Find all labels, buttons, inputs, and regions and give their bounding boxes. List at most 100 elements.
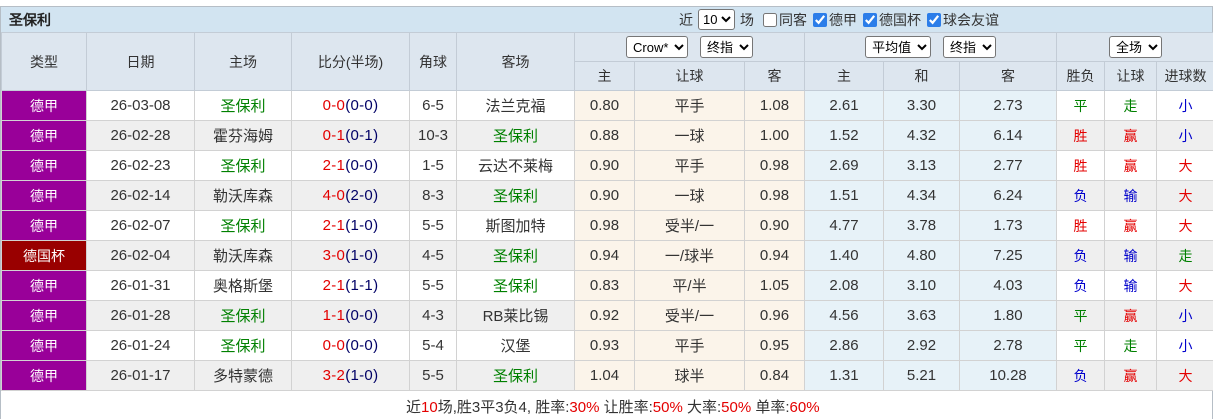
euro-home-odds: 2.86: [804, 330, 884, 361]
euro-home-odds: 1.40: [804, 240, 884, 271]
match-date: 26-02-23: [86, 150, 195, 181]
odds-company-select[interactable]: Crow*: [626, 36, 689, 58]
match-rows: 德甲 26-03-08 圣保利 0-0(0-0) 6-5 法兰克福 0.80 平手 1.08 2.…: [1, 90, 1213, 391]
unit-label: 场: [740, 11, 754, 28]
result-goals: 小: [1156, 120, 1213, 151]
away-team[interactable]: 斯图加特: [456, 210, 575, 241]
table-row: 德甲 26-02-23 圣保利 2-1(0-0) 1-5 云达不莱梅 0.90 平手 0.98 2…: [1, 150, 1213, 181]
asian-home-odds: 0.83: [574, 270, 635, 301]
away-team[interactable]: 圣保利: [456, 120, 575, 151]
asian-odds-picker-cell: Crow* 终指: [574, 32, 805, 62]
result-goals: 大: [1156, 360, 1213, 391]
result-goals: 大: [1156, 210, 1213, 241]
filter-checkbox[interactable]: [863, 12, 877, 27]
home-team[interactable]: 勒沃库森: [194, 240, 292, 271]
halftime-score: (0-1): [345, 127, 379, 144]
home-team[interactable]: 多特蒙德: [194, 360, 292, 391]
summary-text: 场,胜3平3负4, 胜率:: [437, 399, 570, 416]
euro-draw-odds: 5.21: [883, 360, 960, 391]
home-team[interactable]: 圣保利: [194, 90, 292, 121]
asian-away-odds: 0.94: [744, 240, 805, 271]
filter-德甲[interactable]: 德甲: [813, 10, 857, 30]
filter-checkbox[interactable]: [813, 12, 827, 27]
league-badge: 德甲: [1, 360, 87, 391]
euro-mode-select[interactable]: 平均值: [865, 36, 932, 58]
fulltime-score: 1-1: [322, 307, 346, 324]
home-team[interactable]: 奥格斯堡: [194, 270, 292, 301]
league-badge: 德甲: [1, 330, 87, 361]
home-team[interactable]: 圣保利: [194, 210, 292, 241]
euro-home-odds: 2.61: [804, 90, 884, 121]
asian-home-odds: 0.90: [574, 180, 635, 211]
away-team[interactable]: 云达不莱梅: [456, 150, 575, 181]
col-header-asian-home: 主: [574, 61, 635, 91]
match-date: 26-03-08: [86, 90, 195, 121]
euro-draw-odds: 2.92: [883, 330, 960, 361]
summary-text: 近: [406, 399, 422, 416]
recent-count-select[interactable]: 10: [698, 9, 735, 30]
matches-table: 类型 日期 主场 比分(半场) 角球 客场 Crow* 终指 平均值 终指 全场…: [1, 32, 1213, 391]
col-header-asian-line: 让球: [634, 61, 745, 91]
corner-score: 10-3: [409, 120, 457, 151]
euro-draw-odds: 3.13: [883, 150, 960, 181]
corner-score: 6-5: [409, 90, 457, 121]
fulltime-score: 3-2: [322, 367, 346, 384]
corner-score: 5-5: [409, 210, 457, 241]
page-title: 圣保利: [9, 11, 51, 28]
asian-home-odds: 0.98: [574, 210, 635, 241]
summary-stat-value: 30%: [569, 399, 600, 416]
away-team[interactable]: 法兰克福: [456, 90, 575, 121]
score-cell: 3-0(1-0): [291, 240, 410, 271]
corner-score: 4-5: [409, 240, 457, 271]
away-team[interactable]: 圣保利: [456, 360, 575, 391]
result-goals: 走: [1156, 240, 1213, 271]
filter-同客[interactable]: 同客: [763, 10, 807, 30]
result-wdl: 胜: [1056, 120, 1106, 151]
result-handicap: 输: [1104, 180, 1158, 211]
asian-away-odds: 0.90: [744, 210, 805, 241]
euro-home-odds: 2.69: [804, 150, 884, 181]
titlebar: 圣保利 近 10 场 同客 德甲 德国杯 球会友谊: [1, 7, 1212, 32]
euro-away-odds: 7.25: [958, 240, 1058, 271]
league-badge: 德甲: [1, 300, 87, 331]
euro-draw-odds: 3.10: [883, 270, 960, 301]
away-team[interactable]: RB莱比锡: [456, 300, 575, 331]
asian-home-odds: 0.93: [574, 330, 635, 361]
home-team[interactable]: 圣保利: [194, 150, 292, 181]
away-team[interactable]: 汉堡: [456, 330, 575, 361]
score-cell: 0-0(0-0): [291, 330, 410, 361]
league-badge: 德甲: [1, 270, 87, 301]
filter-德国杯[interactable]: 德国杯: [863, 10, 921, 30]
filter-checkbox[interactable]: [927, 12, 941, 27]
home-team[interactable]: 圣保利: [194, 300, 292, 331]
home-team[interactable]: 圣保利: [194, 330, 292, 361]
home-team[interactable]: 勒沃库森: [194, 180, 292, 211]
halftime-score: (1-1): [345, 277, 379, 294]
result-wdl: 平: [1056, 300, 1106, 331]
result-wdl: 负: [1056, 240, 1106, 271]
away-team[interactable]: 圣保利: [456, 180, 575, 211]
halftime-score: (1-0): [345, 367, 379, 384]
away-team[interactable]: 圣保利: [456, 270, 575, 301]
away-team[interactable]: 圣保利: [456, 240, 575, 271]
halftime-score: (0-0): [345, 157, 379, 174]
table-row: 德甲 26-01-17 多特蒙德 3-2(1-0) 5-5 圣保利 1.04 球半 0.84 1.…: [1, 360, 1213, 391]
euro-odds-time-select[interactable]: 终指: [942, 36, 996, 58]
asian-handicap-line: 受半/一: [634, 300, 745, 331]
league-badge: 德甲: [1, 210, 87, 241]
filter-checkbox[interactable]: [763, 12, 777, 27]
result-goals: 大: [1156, 180, 1213, 211]
fulltime-score: 4-0: [322, 187, 346, 204]
asian-odds-time-select[interactable]: 终指: [699, 36, 753, 58]
scope-select[interactable]: 全场: [1109, 36, 1163, 58]
summary-text: 让胜率:: [599, 399, 653, 416]
filter-label: 同客: [779, 11, 807, 28]
asian-home-odds: 0.92: [574, 300, 635, 331]
table-row: 德甲 26-02-28 霍芬海姆 0-1(0-1) 10-3 圣保利 0.88 一球 1.00 1…: [1, 120, 1213, 151]
euro-away-odds: 6.24: [958, 180, 1058, 211]
filter-label: 德国杯: [879, 11, 921, 28]
halftime-score: (0-0): [345, 307, 379, 324]
home-team[interactable]: 霍芬海姆: [194, 120, 292, 151]
league-badge: 德甲: [1, 90, 87, 121]
filter-球会友谊[interactable]: 球会友谊: [927, 10, 999, 30]
